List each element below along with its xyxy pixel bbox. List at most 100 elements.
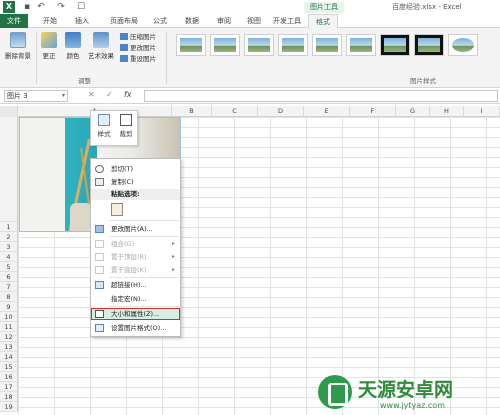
row-header[interactable]: 2: [0, 232, 18, 242]
picture-tools-label: 图片工具: [304, 2, 344, 13]
column-header[interactable]: E: [304, 106, 350, 117]
watermark-logo-icon: [318, 375, 352, 409]
hyperlink-icon: [95, 281, 104, 289]
column-header[interactable]: D: [258, 106, 304, 117]
tab-data[interactable]: 数据: [178, 14, 206, 28]
compress-pictures-button[interactable]: 压缩图片: [120, 32, 156, 42]
save-icon[interactable]: ▪: [22, 2, 32, 12]
name-box[interactable]: 图片 3 ▾: [4, 90, 68, 102]
menu-item-bring-to-front: 置于顶层(R) ▸: [91, 251, 180, 263]
picture-styles-group-label: 图片样式: [410, 77, 436, 85]
style-icon: [98, 114, 110, 126]
row-header[interactable]: 3: [0, 242, 18, 252]
menu-item-copy[interactable]: 复制(C): [91, 176, 180, 188]
menu-separator: [109, 277, 179, 278]
menu-item-hyperlink[interactable]: 超链接(H)...: [91, 279, 180, 291]
column-header[interactable]: G: [396, 106, 430, 117]
picture-style-2[interactable]: [210, 34, 240, 56]
column-header[interactable]: F: [350, 106, 396, 117]
tab-page-layout[interactable]: 页面布局: [102, 14, 146, 28]
picture-style-6[interactable]: [346, 34, 376, 56]
undo-icon[interactable]: ↶: [36, 2, 46, 12]
row-header[interactable]: 9: [0, 302, 18, 312]
adjust-group-label: 调整: [78, 77, 91, 85]
menu-item-label: 置于顶层(R): [111, 253, 147, 261]
row-header[interactable]: 4: [0, 252, 18, 262]
touch-mode-icon[interactable]: ☐: [76, 2, 86, 12]
row-header[interactable]: 11: [0, 322, 18, 332]
remove-background-label: 删除背景: [5, 52, 31, 60]
excel-logo-icon: X: [3, 1, 15, 13]
row-header[interactable]: 7: [0, 282, 18, 292]
picture-style-8[interactable]: [414, 34, 444, 56]
menu-item-cut[interactable]: 剪切(T): [91, 163, 180, 175]
row-header[interactable]: 15: [0, 362, 18, 372]
row-header[interactable]: 17: [0, 382, 18, 392]
reset-picture-button[interactable]: 重设图片: [120, 54, 156, 64]
row-header[interactable]: 18: [0, 392, 18, 402]
row-header[interactable]: 1: [0, 222, 18, 232]
formula-input[interactable]: [144, 90, 498, 102]
menu-item-label: 剪切(T): [111, 165, 134, 173]
row-header[interactable]: 8: [0, 292, 18, 302]
column-header[interactable]: I: [464, 106, 500, 117]
menu-separator: [109, 236, 179, 237]
cancel-icon[interactable]: ✕: [88, 90, 95, 99]
enter-icon[interactable]: ✓: [106, 90, 113, 99]
redo-icon[interactable]: ↷: [56, 2, 66, 12]
insert-function-icon[interactable]: fx: [124, 90, 132, 99]
remove-background-button[interactable]: 删除背景: [2, 32, 34, 60]
row-header-hidden: [0, 117, 18, 222]
menu-item-group: 组合(G) ▸: [91, 238, 180, 250]
tab-review[interactable]: 审阅: [210, 14, 238, 28]
picture-style-7[interactable]: [380, 34, 410, 56]
watermark-text: 天源安卓网: [358, 379, 454, 401]
tab-home[interactable]: 开始: [36, 14, 64, 28]
menu-item-label: 大小和属性(Z)...: [111, 310, 160, 318]
color-button[interactable]: 颜色: [62, 32, 84, 60]
copy-icon: [95, 178, 104, 186]
column-header[interactable]: B: [172, 106, 212, 117]
row-header[interactable]: 13: [0, 342, 18, 352]
row-header[interactable]: 14: [0, 352, 18, 362]
chevron-down-icon[interactable]: ▾: [62, 91, 65, 101]
picture-style-5[interactable]: [312, 34, 342, 56]
menu-item-change-picture[interactable]: 更改图片(A)...: [91, 223, 180, 235]
row-header[interactable]: 19: [0, 402, 18, 412]
title-bar: X ▪ ↶ ↷ ☐ 图片工具 百度经验.xlsx - Excel: [0, 0, 500, 14]
menu-item-label: 指定宏(N)...: [111, 295, 147, 303]
tab-insert[interactable]: 插入: [68, 14, 96, 28]
reset-picture-label: 重设图片: [130, 55, 156, 63]
corrections-button[interactable]: 更正: [38, 32, 60, 60]
picture-style-1[interactable]: [176, 34, 206, 56]
style-button[interactable]: 样式: [93, 114, 115, 138]
row-header[interactable]: 5: [0, 262, 18, 272]
crop-button[interactable]: 裁剪: [115, 114, 137, 138]
tab-developer[interactable]: 开发工具: [268, 14, 306, 28]
row-header[interactable]: 16: [0, 372, 18, 382]
paste-icon[interactable]: [111, 203, 123, 216]
picture-style-4[interactable]: [278, 34, 308, 56]
column-header[interactable]: C: [212, 106, 258, 117]
format-picture-icon: [95, 324, 104, 332]
picture-style-9[interactable]: [448, 34, 478, 56]
row-header[interactable]: 6: [0, 272, 18, 282]
change-picture-button[interactable]: 更改图片: [120, 43, 156, 53]
menu-item-size-and-properties[interactable]: 大小和属性(Z)...: [91, 308, 180, 320]
ribbon-divider: [166, 32, 167, 84]
tab-file[interactable]: 文件: [0, 14, 28, 28]
select-all-corner[interactable]: [0, 106, 18, 117]
menu-item-assign-macro[interactable]: 指定宏(N)...: [91, 293, 180, 305]
compress-label: 压缩图片: [130, 33, 156, 41]
change-picture-label: 更改图片: [130, 44, 156, 52]
tab-view[interactable]: 视图: [240, 14, 268, 28]
picture-style-3[interactable]: [244, 34, 274, 56]
menu-item-format-picture[interactable]: 设置图片格式(O)...: [91, 322, 180, 334]
artistic-effects-button[interactable]: 艺术效果: [86, 32, 116, 60]
menu-item-label: 置于底层(K): [111, 266, 147, 274]
tab-format[interactable]: 格式: [308, 14, 338, 28]
row-header[interactable]: 12: [0, 332, 18, 342]
column-header[interactable]: H: [430, 106, 464, 117]
tab-formulas[interactable]: 公式: [146, 14, 174, 28]
row-header[interactable]: 10: [0, 312, 18, 322]
